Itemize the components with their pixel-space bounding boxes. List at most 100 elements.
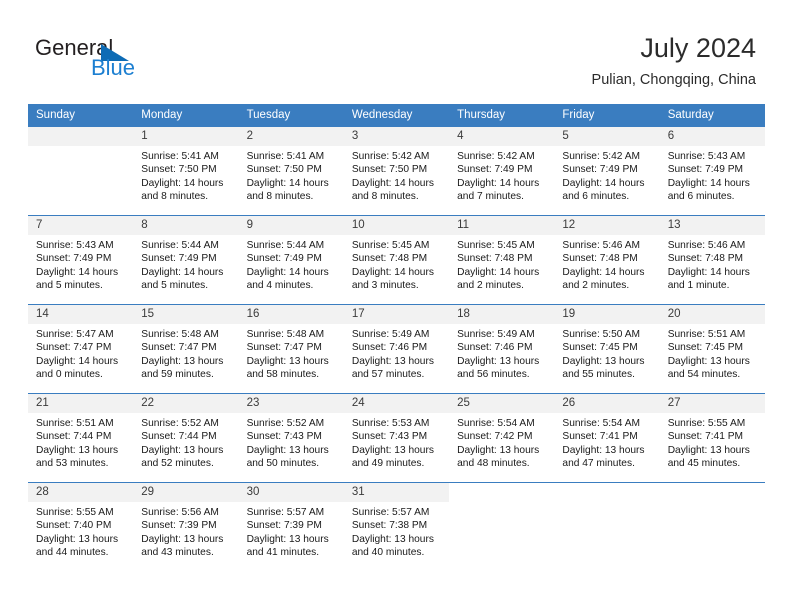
calendar-cell-day[interactable]: 6 Sunrise: 5:43 AM Sunset: 7:49 PM Daylight… (659, 126, 765, 216)
day-number: 11 (449, 216, 555, 235)
calendar-cell-day[interactable]: 26 Sunrise: 5:54 AM Sunset: 7:41 PM Dayligh… (554, 393, 660, 483)
day-detail-daylight-line: and 5 minutes. (36, 280, 103, 292)
day-detail-sunrise-line: Sunrise: 5:43 AM (667, 151, 746, 162)
day-detail-daylight-line: Daylight: 14 hours (141, 266, 224, 278)
day-detail-daylight-line: Daylight: 14 hours (562, 177, 645, 189)
day-detail-daylight-line: Daylight: 14 hours (246, 177, 329, 189)
day-details: Sunrise: 5:48 AM Sunset: 7:47 PM Daylight:… (239, 324, 344, 382)
calendar-cell-day[interactable]: 29 Sunrise: 5:56 AM Sunset: 7:39 PM Dayligh… (133, 482, 239, 571)
weekday-header-friday: Friday (554, 104, 660, 127)
day-detail-sunset-line: Sunset: 7:43 PM (246, 431, 322, 443)
calendar-cell-day[interactable]: 10 Sunrise: 5:45 AM Sunset: 7:48 PM Dayligh… (343, 215, 450, 305)
day-detail-daylight-line: and 55 minutes. (562, 369, 635, 381)
calendar-cell-day[interactable]: 24 Sunrise: 5:53 AM Sunset: 7:43 PM Dayligh… (343, 393, 450, 483)
calendar-cell-day[interactable]: 30 Sunrise: 5:57 AM Sunset: 7:39 PM Dayligh… (238, 482, 344, 571)
day-detail-sunrise-line: Sunrise: 5:56 AM (141, 507, 219, 518)
day-detail-daylight-line: Daylight: 13 hours (141, 355, 224, 367)
calendar-cell-day[interactable]: 3 Sunrise: 5:42 AM Sunset: 7:50 PM Daylight… (343, 126, 450, 216)
day-detail-sunrise-line: Sunrise: 5:42 AM (562, 151, 640, 162)
day-detail-sunrise-line: Sunrise: 5:48 AM (141, 329, 219, 340)
calendar-week-row: 14 Sunrise: 5:47 AM Sunset: 7:47 PM Dayligh… (28, 304, 765, 394)
day-detail-sunrise-line: Sunrise: 5:46 AM (667, 240, 746, 251)
day-detail-daylight-line: Daylight: 14 hours (36, 355, 119, 367)
calendar-cell-day[interactable]: 9 Sunrise: 5:44 AM Sunset: 7:49 PM Daylight… (238, 215, 344, 305)
calendar-cell-day[interactable]: 1 Sunrise: 5:41 AM Sunset: 7:50 PM Daylight… (133, 126, 239, 216)
day-details: Sunrise: 5:52 AM Sunset: 7:43 PM Daylight:… (239, 413, 344, 471)
calendar-cell-day[interactable]: 7 Sunrise: 5:43 AM Sunset: 7:49 PM Daylight… (28, 215, 134, 305)
day-detail-sunset-line: Sunset: 7:42 PM (457, 431, 533, 443)
day-number: 17 (343, 305, 450, 324)
day-number: 24 (343, 394, 450, 413)
day-detail-daylight-line: Daylight: 14 hours (667, 266, 750, 278)
day-number: 19 (554, 305, 660, 324)
page-title: July 2024 (640, 33, 756, 63)
day-detail-daylight-line: and 2 minutes. (457, 280, 524, 292)
day-detail-daylight-line: Daylight: 13 hours (562, 355, 645, 367)
calendar-cell-day[interactable]: 14 Sunrise: 5:47 AM Sunset: 7:47 PM Dayligh… (28, 304, 134, 394)
calendar-cell-day[interactable]: 17 Sunrise: 5:49 AM Sunset: 7:46 PM Dayligh… (343, 304, 450, 394)
weekday-header-sunday: Sunday (28, 104, 134, 127)
location-subtitle: Pulian, Chongqing, China (591, 72, 756, 88)
calendar-cell-day[interactable]: 11 Sunrise: 5:45 AM Sunset: 7:48 PM Dayligh… (449, 215, 555, 305)
calendar-cell-day[interactable]: 21 Sunrise: 5:51 AM Sunset: 7:44 PM Dayligh… (28, 393, 134, 483)
weekday-header-wednesday: Wednesday (343, 104, 450, 127)
calendar-cell-day[interactable]: 18 Sunrise: 5:49 AM Sunset: 7:46 PM Dayligh… (449, 304, 555, 394)
day-detail-sunrise-line: Sunrise: 5:52 AM (141, 418, 219, 429)
day-detail-sunrise-line: Sunrise: 5:42 AM (457, 151, 535, 162)
calendar-cell-day[interactable]: 15 Sunrise: 5:48 AM Sunset: 7:47 PM Dayligh… (133, 304, 239, 394)
day-detail-daylight-line: and 52 minutes. (141, 458, 214, 470)
calendar-cell-day[interactable]: 16 Sunrise: 5:48 AM Sunset: 7:47 PM Dayligh… (238, 304, 344, 394)
weekday-header-tuesday: Tuesday (238, 104, 344, 127)
day-details: Sunrise: 5:42 AM Sunset: 7:49 PM Daylight:… (554, 146, 659, 204)
day-detail-daylight-line: and 45 minutes. (667, 458, 741, 470)
day-details: Sunrise: 5:57 AM Sunset: 7:39 PM Daylight:… (239, 502, 344, 560)
day-number (449, 483, 555, 502)
day-detail-sunrise-line: Sunrise: 5:54 AM (457, 418, 535, 429)
day-detail-daylight-line: and 4 minutes. (246, 280, 314, 292)
day-number: 16 (238, 305, 344, 324)
day-detail-sunset-line: Sunset: 7:44 PM (141, 431, 217, 443)
day-detail-daylight-line: and 57 minutes. (351, 369, 425, 381)
calendar-cell-day[interactable]: 2 Sunrise: 5:41 AM Sunset: 7:50 PM Daylight… (238, 126, 344, 216)
day-detail-sunrise-line: Sunrise: 5:52 AM (246, 418, 325, 429)
day-detail-daylight-line: Daylight: 14 hours (351, 177, 434, 189)
calendar-cell-day[interactable]: 20 Sunrise: 5:51 AM Sunset: 7:45 PM Dayligh… (659, 304, 765, 394)
day-detail-daylight-line: and 44 minutes. (36, 547, 109, 559)
day-number: 21 (28, 394, 134, 413)
title-block: July 2024 Pulian, Chongqing, China (592, 32, 756, 89)
day-number: 9 (238, 216, 344, 235)
day-detail-daylight-line: and 5 minutes. (141, 280, 209, 292)
day-detail-sunset-line: Sunset: 7:49 PM (36, 253, 112, 265)
calendar-cell-day[interactable]: 4 Sunrise: 5:42 AM Sunset: 7:49 PM Daylight… (449, 126, 555, 216)
day-details: Sunrise: 5:46 AM Sunset: 7:48 PM Daylight:… (660, 235, 765, 293)
calendar-cell-day[interactable]: 31 Sunrise: 5:57 AM Sunset: 7:38 PM Dayligh… (343, 482, 450, 571)
calendar-cell-day[interactable]: 22 Sunrise: 5:52 AM Sunset: 7:44 PM Dayligh… (133, 393, 239, 483)
day-detail-daylight-line: Daylight: 14 hours (667, 177, 750, 189)
day-detail-sunrise-line: Sunrise: 5:48 AM (246, 329, 325, 340)
day-detail-daylight-line: Daylight: 14 hours (351, 266, 434, 278)
day-detail-daylight-line: Daylight: 13 hours (246, 533, 329, 545)
day-number: 25 (449, 394, 555, 413)
day-detail-daylight-line: and 53 minutes. (36, 458, 109, 470)
calendar-cell-day[interactable]: 8 Sunrise: 5:44 AM Sunset: 7:49 PM Daylight… (133, 215, 239, 305)
calendar-cell-day[interactable]: 27 Sunrise: 5:55 AM Sunset: 7:41 PM Dayligh… (659, 393, 765, 483)
day-detail-daylight-line: and 50 minutes. (246, 458, 320, 470)
calendar-cell-day[interactable]: 25 Sunrise: 5:54 AM Sunset: 7:42 PM Dayligh… (449, 393, 555, 483)
day-number (659, 483, 765, 502)
day-detail-sunset-line: Sunset: 7:50 PM (246, 164, 322, 176)
calendar-cell-day[interactable]: 28 Sunrise: 5:55 AM Sunset: 7:40 PM Dayligh… (28, 482, 134, 571)
day-details: Sunrise: 5:55 AM Sunset: 7:41 PM Daylight:… (660, 413, 765, 471)
day-details: Sunrise: 5:45 AM Sunset: 7:48 PM Daylight:… (344, 235, 449, 293)
calendar-cell-day[interactable]: 5 Sunrise: 5:42 AM Sunset: 7:49 PM Daylight… (554, 126, 660, 216)
day-detail-sunrise-line: Sunrise: 5:43 AM (36, 240, 114, 251)
day-detail-daylight-line: and 2 minutes. (562, 280, 630, 292)
logo-text-blue: Blue (91, 55, 136, 80)
day-detail-daylight-line: Daylight: 13 hours (351, 444, 434, 456)
day-number: 3 (343, 127, 450, 146)
day-detail-daylight-line: Daylight: 14 hours (457, 177, 540, 189)
calendar-cell-day[interactable]: 13 Sunrise: 5:46 AM Sunset: 7:48 PM Dayligh… (659, 215, 765, 305)
calendar-cell-day[interactable]: 12 Sunrise: 5:46 AM Sunset: 7:48 PM Dayligh… (554, 215, 660, 305)
calendar-cell-day[interactable]: 23 Sunrise: 5:52 AM Sunset: 7:43 PM Dayligh… (238, 393, 344, 483)
calendar-cell-day[interactable]: 19 Sunrise: 5:50 AM Sunset: 7:45 PM Dayligh… (554, 304, 660, 394)
weekday-header-monday: Monday (133, 104, 239, 127)
